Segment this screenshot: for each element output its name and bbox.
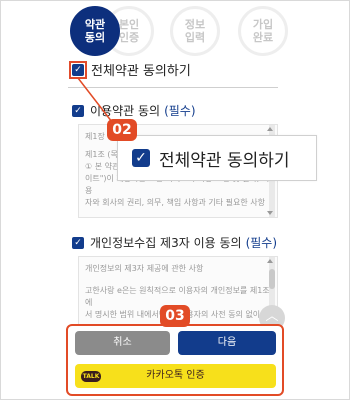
divider [68,87,278,88]
callout-badge-03: 03 [160,305,190,327]
kakao-auth-label: 카카오톡 인증 [146,370,205,381]
scroll-thumb[interactable] [269,269,275,289]
agree-all-label: 전체약관 동의하기 [91,64,191,79]
privacy-line: 개인정보의 제3자 제공에 관한 사항 [85,264,204,273]
zoom-label: 전체약관 동의하기 [159,150,290,171]
step-label-line2: 동의 [84,31,106,44]
terms-label: 이용약관 동의 [90,104,161,118]
step-label-line1: 가입 [252,18,274,31]
privacy-required: (필수) [245,236,278,250]
step-complete: 가입 완료 [238,6,288,56]
cancel-button[interactable]: 취소 [75,331,170,355]
scroll-down-icon[interactable] [267,211,273,215]
privacy-agree-row[interactable]: ✓ 개인정보수집 제3자 이용 동의 (필수) [72,234,277,251]
step-label-line1: 약관 [84,18,106,31]
zoom-checkbox: ✓ [132,149,150,167]
terms-required: (필수) [164,104,196,118]
step-label-line2: 입력 [184,31,206,44]
scroll-up-icon[interactable] [267,127,273,131]
zoom-callout: ✓ 전체약관 동의하기 [117,135,317,181]
privacy-checkbox[interactable]: ✓ [72,236,84,249]
agree-all-row[interactable]: ✓ 전체약관 동의하기 [69,60,191,79]
action-area: 취소 다음 TALK 카카오톡 인증 [66,324,284,396]
agree-all-checkbox[interactable]: ✓ [72,63,84,76]
terms-line: 자와 회사의 권리, 의무, 책임 사항과 기타 필요한 사항 [85,198,265,207]
kakao-talk-icon: TALK [81,371,101,382]
step-label-line1: 본인 [118,18,140,31]
scroll-up-icon[interactable] [267,259,273,263]
step-label-line1: 정보 [184,18,206,31]
terms-agree-row[interactable]: ✓ 이용약관 동의 (필수) [72,102,196,119]
step-terms-agree: 약관 동의 [70,6,120,56]
kakao-auth-button[interactable]: TALK 카카오톡 인증 [75,364,276,388]
callout-badge-02: 02 [107,119,137,141]
next-button[interactable]: 다음 [178,331,276,355]
step-label-line2: 완료 [252,31,274,44]
agree-all-highlight: ✓ [69,60,87,79]
step-label-line2: 인증 [118,31,140,44]
step-info-input: 정보 입력 [170,6,220,56]
privacy-label: 개인정보수집 제3자 이용 동의 [90,236,242,250]
terms-checkbox[interactable]: ✓ [72,104,84,117]
